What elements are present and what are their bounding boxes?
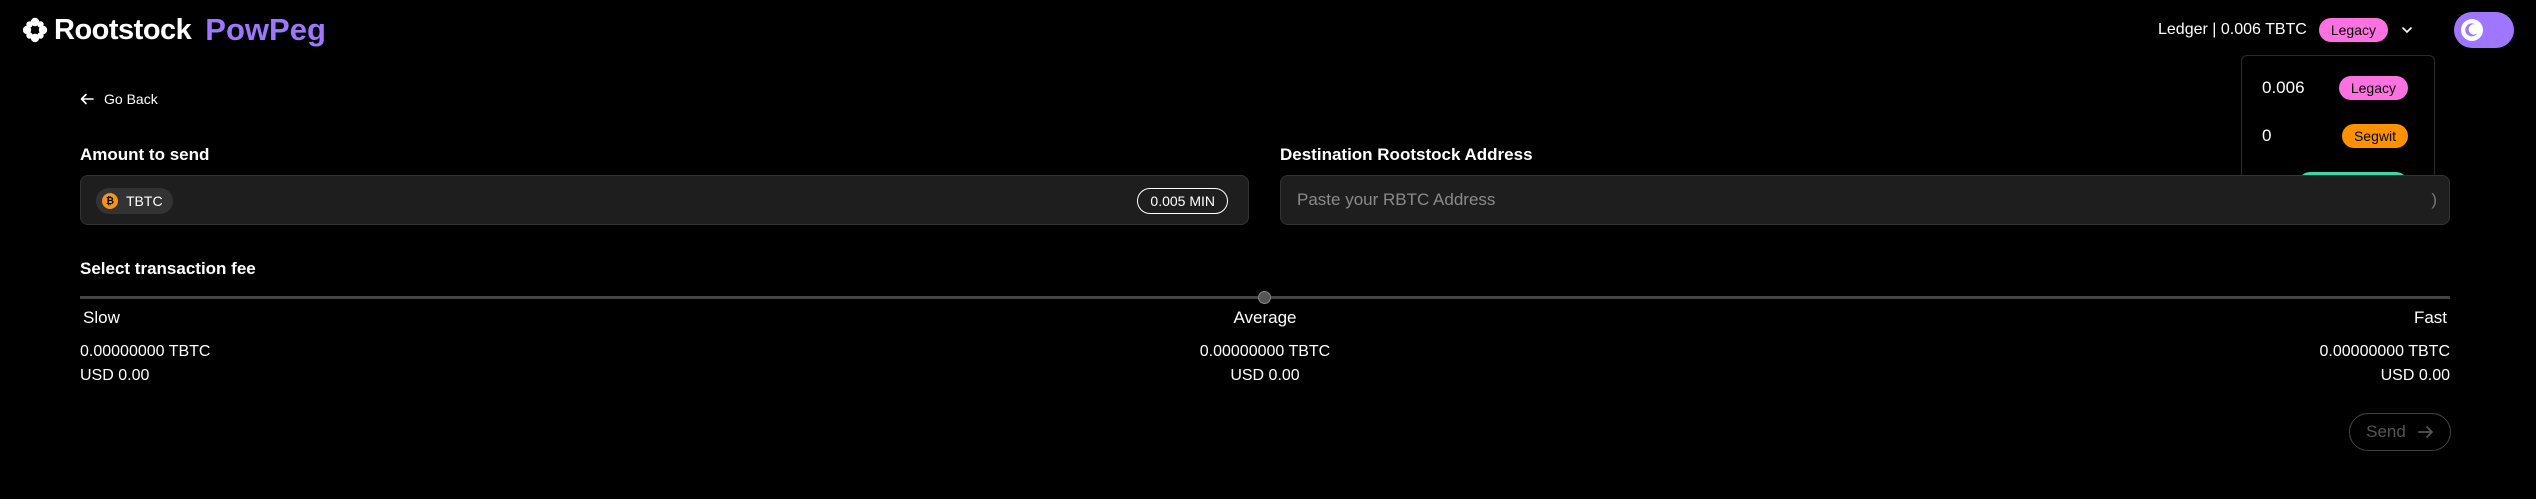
account-option-segwit[interactable]: 0 Segwit bbox=[2262, 121, 2408, 151]
fee-usd-value: USD 0.00 bbox=[80, 367, 150, 384]
moon-icon bbox=[2461, 19, 2483, 41]
account-option-legacy[interactable]: 0.006 Legacy bbox=[2262, 73, 2408, 103]
app-header: Rootstock PowPeg Ledger | 0.006 TBTC Leg… bbox=[0, 0, 2536, 60]
account-balance: 0.006 bbox=[2262, 78, 2305, 97]
product-name: PowPeg bbox=[205, 12, 326, 47]
brand-name: Rootstock bbox=[54, 13, 192, 46]
bitcoin-icon: ₿ bbox=[102, 193, 118, 209]
go-back-label: Go Back bbox=[104, 91, 158, 107]
fee-option-average[interactable]: Average 0.00000000 TBTC USD 0.00 bbox=[1165, 306, 1365, 388]
arrow-left-icon bbox=[80, 93, 94, 105]
token-label: TBTC bbox=[126, 193, 163, 209]
fee-usd-value: USD 0.00 bbox=[1230, 367, 1300, 384]
amount-label: Amount to send bbox=[80, 145, 210, 164]
account-type-badge: Segwit bbox=[2341, 124, 2408, 148]
fee-speed-label: Fast bbox=[2413, 308, 2447, 327]
fee-tbtc-value: 0.00000000 TBTC bbox=[80, 343, 211, 360]
wallet-type-badge: Legacy bbox=[2318, 18, 2388, 42]
fee-slider-thumb[interactable] bbox=[1258, 291, 1271, 304]
account-balance: 0 bbox=[2262, 126, 2272, 145]
send-label: Send bbox=[2366, 422, 2406, 441]
destination-field: ) bbox=[1280, 175, 2450, 225]
theme-toggle[interactable] bbox=[2454, 12, 2514, 48]
account-type-badge: Legacy bbox=[2338, 76, 2408, 100]
fee-tbtc-value: 0.00000000 TBTC bbox=[2319, 343, 2450, 360]
fee-option-fast[interactable]: Fast 0.00000000 TBTC USD 0.00 bbox=[2320, 306, 2450, 388]
min-amount-button[interactable]: 0.005 MIN bbox=[1137, 188, 1228, 214]
wallet-selector[interactable]: Ledger | 0.006 TBTC Legacy bbox=[2158, 17, 2414, 43]
wallet-summary: Ledger | 0.006 TBTC bbox=[2158, 21, 2307, 38]
amount-field[interactable]: ₿ TBTC 0.005 MIN bbox=[80, 175, 1249, 225]
arrow-right-icon bbox=[2417, 426, 2433, 438]
send-button[interactable]: Send bbox=[2349, 413, 2451, 451]
fee-label: Select transaction fee bbox=[80, 259, 256, 278]
fee-usd-value: USD 0.00 bbox=[2380, 367, 2450, 384]
token-selector[interactable]: ₿ TBTC bbox=[96, 188, 173, 214]
app-logo[interactable]: Rootstock PowPeg bbox=[22, 12, 326, 48]
field-suffix-glyph: ) bbox=[2431, 190, 2437, 209]
go-back-link[interactable]: Go Back bbox=[80, 91, 158, 107]
fee-speed-label: Slow bbox=[83, 308, 120, 327]
fee-tbtc-value: 0.00000000 TBTC bbox=[1199, 343, 1331, 360]
destination-address-input[interactable] bbox=[1297, 176, 2197, 224]
chevron-down-icon[interactable] bbox=[2400, 23, 2414, 37]
fee-option-slow[interactable]: Slow 0.00000000 TBTC USD 0.00 bbox=[80, 306, 210, 388]
destination-label: Destination Rootstock Address bbox=[1280, 145, 1533, 164]
fee-speed-label: Average bbox=[1233, 308, 1297, 327]
rootstock-logo-icon bbox=[22, 17, 48, 43]
